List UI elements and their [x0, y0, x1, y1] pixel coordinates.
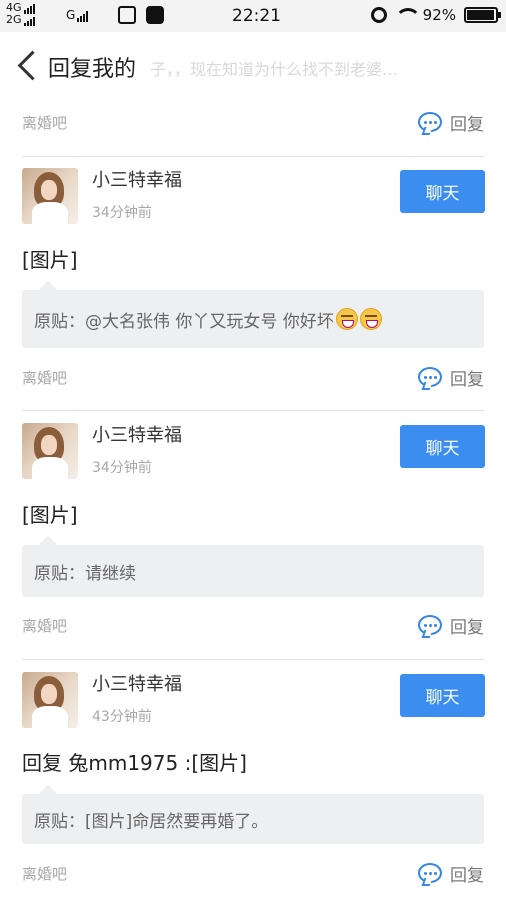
- reply-content[interactable]: [图片]: [22, 499, 78, 528]
- network-g-label: G: [66, 8, 76, 22]
- forum-label[interactable]: 离婚吧: [22, 863, 67, 884]
- comment-icon: [418, 367, 442, 387]
- reply-content[interactable]: [图片]: [22, 244, 78, 273]
- post-time: 34分钟前: [92, 460, 152, 476]
- app-notification-icon: [146, 6, 164, 24]
- card-footer: 离婚吧 回复: [22, 610, 484, 640]
- original-post[interactable]: 原贴：请继续: [22, 545, 484, 597]
- card-footer: 离婚吧 回复: [22, 858, 484, 888]
- grin-emoji-icon: [335, 308, 358, 330]
- divider: [22, 410, 484, 411]
- grin-emoji-icon: [359, 308, 382, 330]
- comment-icon: [418, 863, 442, 883]
- header: 子，，现在知道为什么找不到老婆… 回复我的: [0, 32, 506, 102]
- reply-button[interactable]: 回复: [418, 365, 484, 390]
- post-time: 43分钟前: [92, 709, 152, 725]
- network-indicator: 4G 2G: [6, 2, 35, 26]
- avatar[interactable]: [22, 672, 78, 728]
- username[interactable]: 小三特幸福: [92, 421, 182, 447]
- reply-button[interactable]: 回复: [418, 861, 484, 886]
- forum-label[interactable]: 离婚吧: [22, 367, 67, 388]
- ghost-text: 子，，现在知道为什么找不到老婆…: [150, 60, 399, 79]
- status-right: 92%: [370, 6, 501, 24]
- reply-label: 回复: [450, 865, 484, 886]
- comment-icon: [418, 112, 442, 132]
- wifi-icon: [394, 8, 421, 22]
- battery-percent: 92%: [422, 6, 456, 24]
- signal-icon: [23, 3, 35, 14]
- divider: [22, 156, 484, 157]
- original-post-text: 原贴：请继续: [34, 563, 136, 584]
- divider: [22, 659, 484, 660]
- card-footer: 离婚吧 回复: [22, 107, 484, 137]
- status-time: 22:21: [232, 6, 281, 26]
- status-bar: 4G 2G G 22:21 92%: [0, 0, 506, 32]
- app-notification-icon: [118, 6, 136, 24]
- forum-label[interactable]: 离婚吧: [22, 112, 67, 133]
- reply-label: 回复: [450, 369, 484, 390]
- username[interactable]: 小三特幸福: [92, 670, 182, 696]
- network-2g-label: 2G: [6, 13, 22, 26]
- alarm-icon: [370, 7, 387, 23]
- network-g-indicator: G: [66, 8, 89, 22]
- notification-icons: [118, 6, 164, 24]
- avatar[interactable]: [22, 423, 78, 479]
- page-title: 回复我的: [48, 57, 137, 82]
- chat-button[interactable]: 聊天: [400, 170, 485, 213]
- reply-content[interactable]: 回复 兔mm1975 :[图片]: [22, 747, 247, 776]
- original-post-text: 原贴：@大名张伟 你丫又玩女号 你好坏: [34, 311, 334, 332]
- reply-button[interactable]: 回复: [418, 613, 484, 638]
- chat-button[interactable]: 聊天: [400, 425, 485, 468]
- comment-icon: [418, 615, 442, 635]
- username[interactable]: 小三特幸福: [92, 166, 182, 192]
- original-post[interactable]: 原贴：[图片]命居然要再婚了。: [22, 794, 484, 844]
- reply-label: 回复: [450, 114, 484, 135]
- battery-icon: [464, 7, 501, 23]
- chat-button[interactable]: 聊天: [400, 674, 485, 717]
- post-time: 34分钟前: [92, 205, 152, 221]
- avatar[interactable]: [22, 168, 78, 224]
- signal-icon: [77, 11, 89, 22]
- original-post[interactable]: 原贴：@大名张伟 你丫又玩女号 你好坏: [22, 290, 484, 348]
- reply-button[interactable]: 回复: [418, 110, 484, 135]
- card-footer: 离婚吧 回复: [22, 362, 484, 392]
- original-post-text: 原贴：[图片]命居然要再婚了。: [34, 811, 269, 832]
- back-arrow-icon[interactable]: [14, 50, 42, 84]
- forum-label[interactable]: 离婚吧: [22, 615, 67, 636]
- signal-icon: [23, 15, 35, 26]
- reply-label: 回复: [450, 617, 484, 638]
